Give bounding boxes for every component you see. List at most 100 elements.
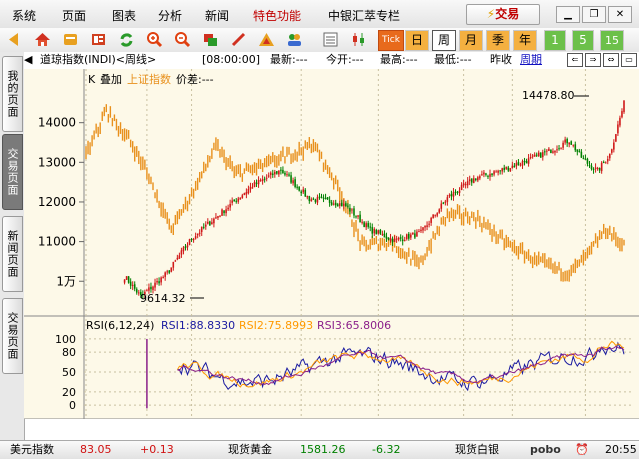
candle-body [470, 178, 473, 183]
silver-name[interactable]: 现货白银 [455, 441, 499, 458]
period-1min-button[interactable]: 1 [544, 30, 566, 51]
candle-body [322, 197, 325, 199]
candle-body [255, 182, 258, 184]
candle-body [261, 179, 264, 181]
gold-name[interactable]: 现货黄金 [228, 441, 272, 458]
period-day-button[interactable]: 日 [405, 30, 429, 51]
collapse-right-icon[interactable]: ⇒ [585, 53, 601, 67]
candle-body [176, 257, 179, 260]
alarm-icon[interactable]: ⏰ [575, 441, 589, 458]
split-icon[interactable]: ⇔ [603, 53, 619, 67]
candle-body [570, 141, 573, 145]
rsi2-label: RSI2:75.8993 [239, 319, 313, 332]
home-icon[interactable] [34, 31, 51, 48]
zoom-out-icon[interactable] [174, 31, 191, 48]
period-5min-button[interactable]: 5 [572, 30, 594, 51]
status-bar: 美元指数 83.05 +0.13 现货黄金 1581.26 -6.32 现货白银… [0, 440, 639, 459]
menu-page[interactable]: 页面 [62, 7, 86, 24]
period-month-button[interactable]: 月 [459, 30, 483, 51]
candle-body [310, 199, 313, 202]
candle-body [259, 180, 262, 182]
candle-body [168, 270, 171, 273]
close-icon[interactable]: ✕ [608, 6, 632, 23]
tab-my-page[interactable]: 我的页面 [2, 56, 23, 132]
candle-body [373, 228, 376, 234]
menu-news[interactable]: 新闻 [205, 7, 229, 24]
period-week-button[interactable]: 周 [432, 30, 456, 51]
candle-body [602, 161, 605, 163]
candle-body [133, 284, 136, 289]
list-icon[interactable] [322, 31, 339, 48]
candle-body [562, 142, 564, 148]
menu-analysis[interactable]: 分析 [158, 7, 182, 24]
window-icon[interactable] [202, 31, 219, 48]
candle-body [418, 231, 420, 233]
candle-body [334, 202, 337, 206]
users-icon[interactable] [286, 31, 303, 48]
menu-system[interactable]: 系统 [12, 7, 36, 24]
candle-body [249, 186, 252, 190]
triangle-icon[interactable] [258, 31, 275, 48]
high-price: 最高:--- [380, 53, 418, 66]
candle-body [316, 197, 319, 203]
pen-icon[interactable] [230, 31, 247, 48]
zoom-in-icon[interactable] [146, 31, 163, 48]
candle-body [306, 195, 309, 198]
candle-body [178, 255, 181, 259]
cash-icon[interactable] [62, 31, 79, 48]
rsi-title: RSI(6,12,24) [86, 319, 154, 332]
maximize-icon[interactable]: ▭ [621, 53, 637, 67]
tab-trade-page[interactable]: 交易页面 [2, 134, 23, 210]
menu-chart[interactable]: 图表 [112, 7, 136, 24]
candle-body [442, 202, 445, 204]
rsi1-label: RSI1:88.8330 [161, 319, 235, 332]
candle-body [507, 167, 510, 171]
menu-boc-column[interactable]: 中银汇萃专栏 [328, 7, 400, 24]
tab-trade-page-2[interactable]: 交易页面 [2, 298, 23, 374]
candle-body [544, 151, 546, 153]
candle-body [572, 144, 575, 146]
usd-index-name[interactable]: 美元指数 [10, 441, 54, 458]
candle-body [588, 164, 591, 166]
candle-body [245, 192, 248, 195]
overlay-name[interactable]: 上证指数 [127, 72, 171, 86]
candle-body [619, 117, 621, 126]
candle-body [537, 152, 540, 157]
candle-body [365, 223, 367, 228]
k-label: K [88, 73, 96, 86]
trade-button[interactable]: ⚡交易 [466, 4, 540, 25]
candle-body [274, 171, 276, 175]
candle-body [529, 157, 532, 159]
candle-body [223, 210, 225, 214]
news-icon[interactable] [90, 31, 107, 48]
period-15min-button[interactable]: 15 [600, 30, 624, 51]
candle-body [535, 154, 538, 156]
candle-body [527, 158, 530, 164]
candle-body [235, 200, 238, 202]
candle-body [241, 195, 244, 198]
candle-body [200, 226, 203, 232]
pobo-logo: pobo [530, 443, 561, 456]
menu-featured[interactable]: 特色功能 [253, 7, 301, 24]
rsi-y-tick-label: 50 [62, 366, 76, 379]
candle-body [341, 202, 343, 207]
candle-body [296, 186, 298, 188]
period-quarter-button[interactable]: 季 [486, 30, 510, 51]
period-year-button[interactable]: 年 [513, 30, 537, 51]
candle-icon[interactable] [350, 31, 367, 48]
candle-body [397, 237, 400, 240]
candle-body [580, 151, 583, 158]
tick-button[interactable]: Tick [378, 30, 404, 51]
period-link[interactable]: 周期 [520, 52, 542, 68]
back-icon[interactable] [6, 31, 23, 48]
minimize-icon[interactable]: ▁ [556, 6, 580, 23]
arrow-left-icon[interactable]: ◀ [24, 52, 32, 68]
candle-body [302, 189, 305, 193]
tab-news-page[interactable]: 新闻页面 [2, 216, 23, 292]
refresh-icon[interactable] [118, 31, 135, 48]
collapse-left-icon[interactable]: ⇐ [567, 53, 583, 67]
candle-body [546, 150, 548, 152]
restore-icon[interactable]: ❐ [582, 6, 606, 23]
candle-body [519, 164, 522, 166]
chart-area[interactable]: 140001300012000110001万1008050200 2009082… [24, 69, 639, 419]
